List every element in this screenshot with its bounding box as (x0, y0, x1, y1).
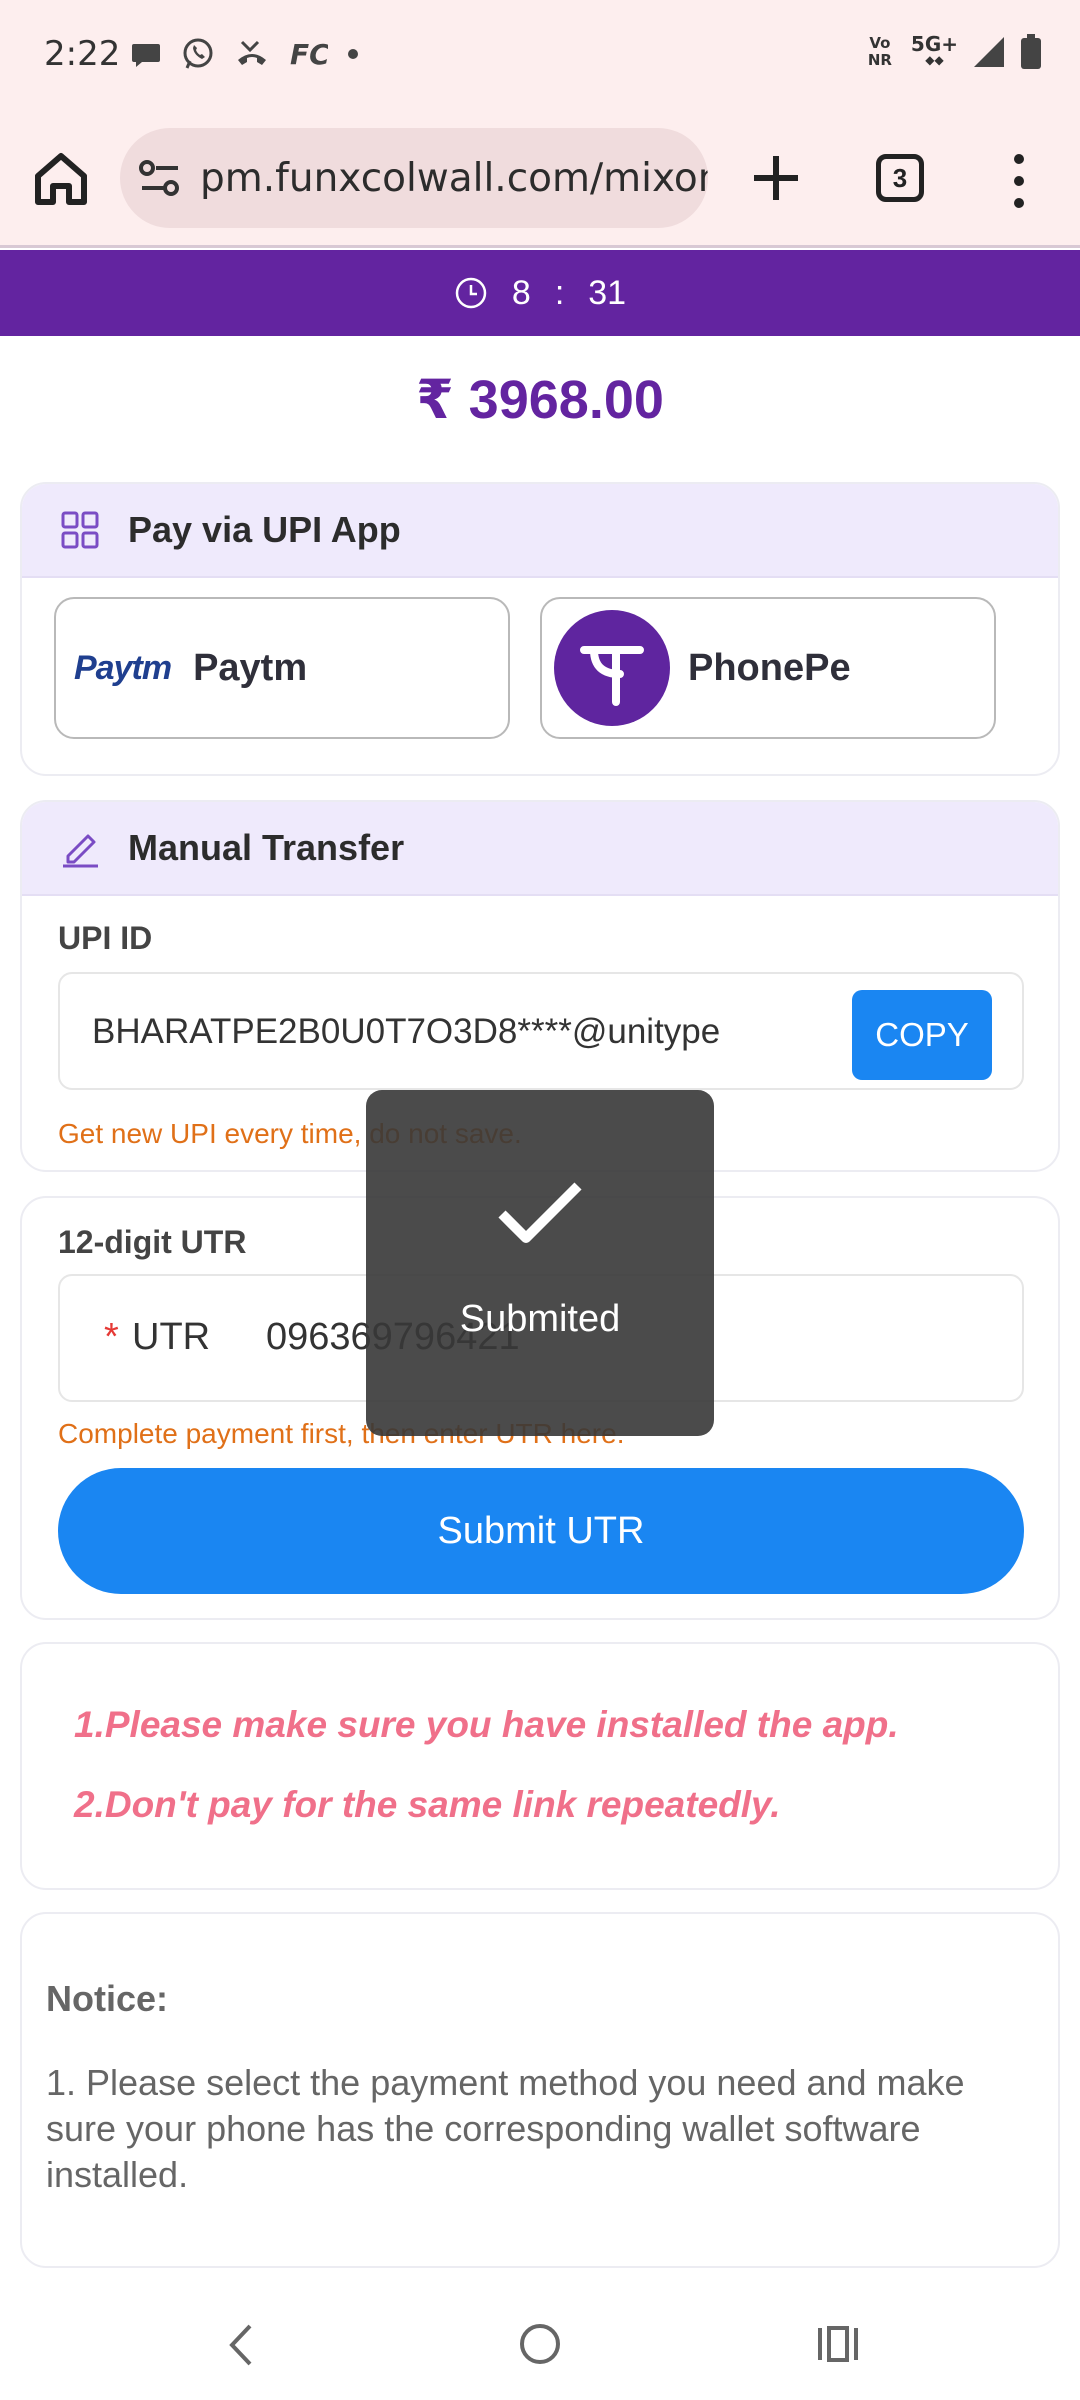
missed-call-icon (238, 40, 266, 65)
submit-utr-button[interactable]: Submit UTR (58, 1468, 1024, 1594)
fc-icon-text: FC (290, 38, 328, 70)
tip-line-1: 1.Please make sure you have installed th… (74, 1704, 899, 1745)
home-nav-icon[interactable] (518, 2322, 562, 2366)
5g-text: 5G+ (910, 32, 958, 56)
chat-icon (132, 44, 160, 67)
payment-amount: ₹ 3968.00 (416, 370, 664, 430)
volte-indicator: Vo NR (863, 35, 897, 69)
upi-app-title: Pay via UPI App (128, 509, 401, 550)
tips-card: 1.Please make sure you have installed th… (20, 1642, 1060, 1890)
browser-toolbar: pm.funxcolwall.com/mixone 3 (0, 112, 1080, 248)
timer-minutes: 8 (511, 273, 531, 312)
toast-text: Submited (459, 1298, 621, 1340)
notice-title: Notice: (46, 1978, 169, 2019)
signal-icon (974, 37, 1004, 67)
upi-id-field: BHARATPE2B0U0T7O3D8****@unitype COPY (58, 972, 1024, 1090)
manual-transfer-title: Manual Transfer (128, 827, 405, 868)
utr-label: 12-digit UTR (58, 1224, 247, 1260)
back-icon[interactable] (220, 2320, 260, 2370)
new-tab-icon[interactable] (748, 150, 804, 206)
notification-icons: FC (130, 36, 360, 72)
utr-field-label: UTR (132, 1316, 211, 1358)
copy-button[interactable]: COPY (852, 990, 992, 1080)
tab-switcher-button[interactable]: 3 (876, 154, 924, 202)
home-icon[interactable] (30, 148, 92, 210)
fc-icon: FC (290, 38, 328, 70)
notice-card: Notice: 1. Please select the payment met… (20, 1912, 1060, 2268)
upi-app-header: Pay via UPI App (22, 484, 1058, 578)
paytm-button[interactable]: Paytm Paytm (54, 597, 510, 739)
more-options-icon[interactable] (1004, 148, 1034, 214)
5g-indicator: 5G+ ◆◆ (910, 32, 958, 67)
system-nav-bar (0, 2290, 1080, 2400)
upi-app-card: Pay via UPI App Paytm Paytm PhonePe (20, 482, 1060, 776)
notice-text: 1. Please select the payment method you … (46, 2062, 965, 2195)
tip-line-2: 2.Don't pay for the same link repeatedly… (74, 1784, 781, 1825)
paytm-label: Paytm (193, 646, 308, 689)
edit-icon (63, 834, 98, 868)
system-indicators: Vo NR 5G+ ◆◆ (863, 34, 1042, 70)
paytm-logo: Paytm (74, 648, 172, 687)
submitted-toast: Submited (366, 1090, 714, 1436)
phonepe-logo-icon (554, 610, 670, 726)
required-mark: * (104, 1316, 119, 1358)
site-settings-icon[interactable] (138, 158, 182, 198)
clock-icon (455, 277, 487, 309)
status-bar: 2:22 FC Vo NR 5G+ ◆◆ (0, 0, 1080, 112)
volte-text: Vo NR (867, 34, 892, 69)
whatsapp-icon (183, 38, 213, 69)
battery-icon (1021, 34, 1041, 69)
url-text[interactable]: pm.funxcolwall.com/mixone (200, 156, 708, 201)
clock: 2:22 (44, 34, 121, 74)
countdown-timer: 8 : 31 (0, 250, 1080, 336)
address-bar[interactable]: pm.funxcolwall.com/mixone (120, 128, 708, 228)
manual-transfer-header: Manual Transfer (22, 802, 1058, 896)
timer-separator: : (554, 273, 565, 312)
timer-seconds: 31 (588, 273, 627, 312)
apps-grid-icon (61, 511, 99, 549)
phonepe-button[interactable]: PhonePe (540, 597, 996, 739)
checkmark-icon (498, 1182, 582, 1243)
dot-icon (348, 49, 358, 59)
upi-id-value: BHARATPE2B0U0T7O3D8****@unitype (92, 1012, 721, 1051)
recents-icon[interactable] (816, 2322, 860, 2366)
phonepe-label: PhonePe (688, 646, 851, 689)
upi-id-label: UPI ID (58, 920, 153, 956)
